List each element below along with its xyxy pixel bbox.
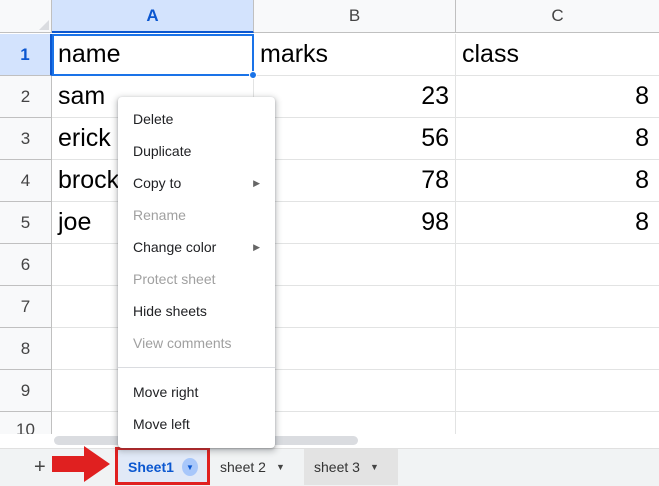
cell-b8[interactable] xyxy=(254,328,456,370)
menu-item-duplicate[interactable]: Duplicate xyxy=(118,135,275,167)
menu-item-delete[interactable]: Delete xyxy=(118,103,275,135)
menu-item-label: View comments xyxy=(133,335,232,351)
caret-down-icon[interactable]: ▼ xyxy=(370,462,379,472)
row-header-3[interactable]: 3 xyxy=(0,118,52,160)
column-header-a[interactable]: A xyxy=(52,0,254,33)
row-header-10[interactable]: 10 xyxy=(0,412,52,434)
row-header-5[interactable]: 5 xyxy=(0,202,52,244)
cell-b6[interactable] xyxy=(254,244,456,286)
menu-item-label: Move left xyxy=(133,416,190,432)
red-arrow-icon xyxy=(52,446,110,482)
cell-c10[interactable] xyxy=(456,412,659,434)
menu-item-move-left[interactable]: Move left xyxy=(118,408,275,440)
row-header-6[interactable]: 6 xyxy=(0,244,52,286)
caret-down-icon[interactable]: ▼ xyxy=(276,462,285,472)
row-header-8[interactable]: 8 xyxy=(0,328,52,370)
cell-c9[interactable] xyxy=(456,370,659,412)
cell-c3[interactable]: 8 xyxy=(456,118,659,160)
sheet-tab-label: sheet 2 xyxy=(220,459,266,475)
sheet-tab-sheet1[interactable]: Sheet1 ▼ xyxy=(118,449,208,485)
select-all-corner[interactable] xyxy=(0,0,52,33)
menu-item-change-color[interactable]: Change color ▶ xyxy=(118,231,275,263)
cell-b5[interactable]: 98 xyxy=(254,202,456,244)
menu-item-label: Move right xyxy=(133,384,199,400)
sheet-tab-label: Sheet1 xyxy=(128,459,174,475)
cell-c8[interactable] xyxy=(456,328,659,370)
corner-triangle-icon xyxy=(39,20,49,30)
caret-right-icon: ▶ xyxy=(253,241,260,252)
menu-item-rename: Rename xyxy=(118,199,275,231)
cell-b3[interactable]: 56 xyxy=(254,118,456,160)
column-header-b[interactable]: B xyxy=(254,0,456,33)
sheet-tab-sheet-3[interactable]: sheet 3 ▼ xyxy=(304,449,398,485)
row-header-2[interactable]: 2 xyxy=(0,76,52,118)
cell-c5[interactable]: 8 xyxy=(456,202,659,244)
row-header-9[interactable]: 9 xyxy=(0,370,52,412)
menu-item-label: Duplicate xyxy=(133,143,192,159)
cell-a1[interactable]: name xyxy=(52,34,254,76)
row-header-7[interactable]: 7 xyxy=(0,286,52,328)
menu-item-protect-sheet: Protect sheet xyxy=(118,263,275,295)
menu-item-label: Delete xyxy=(133,111,174,127)
menu-item-copy-to[interactable]: Copy to ▶ xyxy=(118,167,275,199)
menu-item-label: Hide sheets xyxy=(133,303,207,319)
menu-item-label: Protect sheet xyxy=(133,271,216,287)
cell-c1[interactable]: class xyxy=(456,34,659,76)
cell-c4[interactable]: 8 xyxy=(456,160,659,202)
row-header-4[interactable]: 4 xyxy=(0,160,52,202)
menu-item-view-comments: View comments xyxy=(118,327,275,359)
caret-right-icon: ▶ xyxy=(253,177,260,188)
cell-b4[interactable]: 78 xyxy=(254,160,456,202)
menu-divider xyxy=(118,367,275,368)
sheet-tab-label: sheet 3 xyxy=(314,459,360,475)
cell-c2[interactable]: 8 xyxy=(456,76,659,118)
cell-b7[interactable] xyxy=(254,286,456,328)
spreadsheet-grid: A B C 1 2 3 4 5 6 7 8 9 10 name marks cl… xyxy=(0,0,659,434)
menu-item-label: Rename xyxy=(133,207,186,223)
cell-b10[interactable] xyxy=(254,412,456,434)
sheet-context-menu: Delete Duplicate Copy to ▶ Rename Change … xyxy=(118,97,275,448)
cell-b1[interactable]: marks xyxy=(254,34,456,76)
cell-c6[interactable] xyxy=(456,244,659,286)
cell-b9[interactable] xyxy=(254,370,456,412)
menu-item-label: Copy to xyxy=(133,175,182,191)
sheet-tab-sheet-2[interactable]: sheet 2 ▼ xyxy=(210,449,302,485)
menu-item-move-right[interactable]: Move right xyxy=(118,376,275,408)
cell-c7[interactable] xyxy=(456,286,659,328)
row-header-1[interactable]: 1 xyxy=(0,34,52,76)
add-sheet-button[interactable]: + xyxy=(34,455,46,479)
column-header-c[interactable]: C xyxy=(456,0,659,33)
menu-item-label: Change color xyxy=(133,239,217,255)
caret-down-icon[interactable]: ▼ xyxy=(181,458,198,476)
menu-item-hide-sheets[interactable]: Hide sheets xyxy=(118,295,275,327)
cell-b2[interactable]: 23 xyxy=(254,76,456,118)
